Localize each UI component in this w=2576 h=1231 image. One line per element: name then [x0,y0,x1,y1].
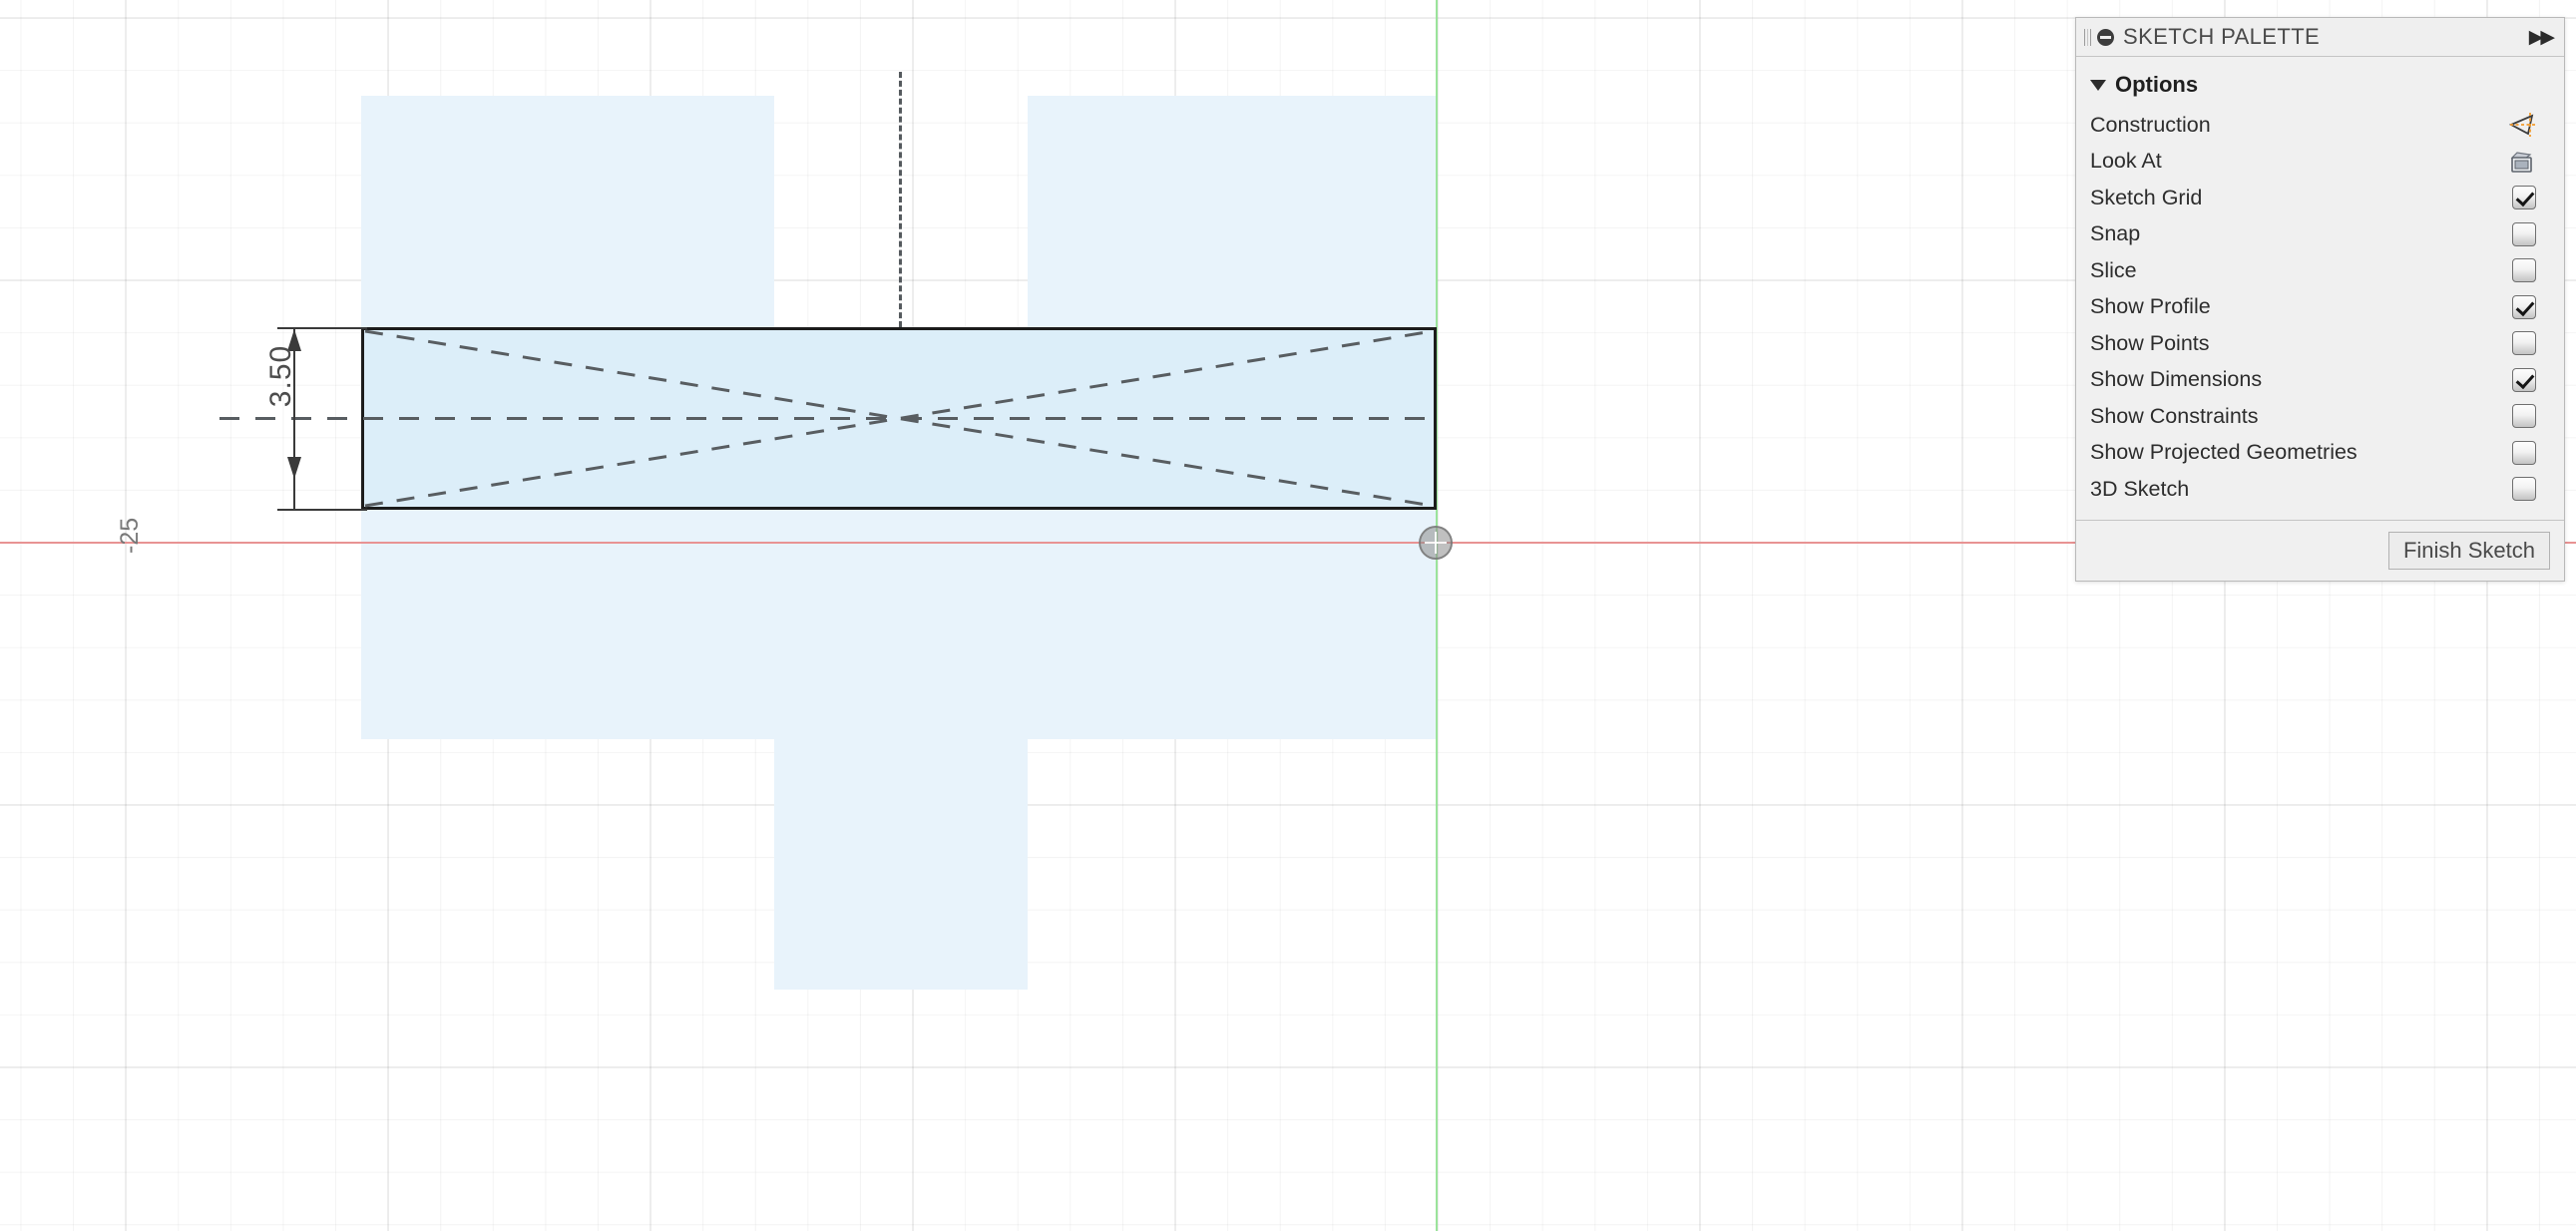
options-list: Construction Look At Sketch Grid Snap Slice S… [2076,107,2564,508]
option-row-construction[interactable]: Construction [2076,107,2564,144]
option-row-show-profile[interactable]: Show Profile [2076,289,2564,326]
body-silhouette-stem [774,739,1028,990]
checkbox-icon[interactable] [2512,404,2536,429]
palette-header[interactable]: SKETCH PALETTE ▶▶ [2076,18,2564,57]
checkbox-icon[interactable] [2512,258,2536,283]
option-row-show-projected-geometries[interactable]: Show Projected Geometries [2076,435,2564,472]
option-row-show-constraints[interactable]: Show Constraints [2076,398,2564,435]
options-section-label: Options [2115,72,2199,97]
checkbox-icon[interactable] [2512,331,2536,356]
dimension-value-label[interactable]: 3.50 [264,345,298,407]
option-row-show-points[interactable]: Show Points [2076,325,2564,362]
option-label: Show Dimensions [2090,367,2263,392]
checkbox-icon[interactable] [2512,477,2536,502]
option-row-3d-sketch[interactable]: 3D Sketch [2076,471,2564,508]
dimension-arrow-down [287,457,301,479]
triangle-down-icon [2090,79,2106,91]
checkbox-icon[interactable] [2512,186,2536,210]
palette-footer: Finish Sketch [2076,519,2564,581]
collapse-right-icon[interactable]: ▶▶ [2529,26,2555,49]
fusion-sketch-window: 3.50 -25 SKETCH PALETTE ▶▶ Options Const… [0,0,2576,1231]
checkbox-icon[interactable] [2512,294,2536,319]
checkbox-icon[interactable] [2512,440,2536,465]
minimize-icon[interactable] [2097,28,2114,46]
construction-geometry-icon[interactable] [2508,111,2536,139]
options-section-header[interactable]: Options [2076,61,2564,107]
option-label: Show Profile [2090,294,2211,319]
palette-title: SKETCH PALETTE [2123,24,2321,49]
option-label: Snap [2090,221,2141,246]
dimension-extension-line-bottom [277,509,367,511]
option-label: Sketch Grid [2090,185,2203,209]
sketch-origin-point[interactable] [1419,526,1453,560]
option-label: Look At [2090,149,2162,174]
finish-sketch-button[interactable]: Finish Sketch [2387,531,2550,570]
y-axis-line [1436,0,1438,1231]
option-row-slice[interactable]: Slice [2076,252,2564,289]
option-row-snap[interactable]: Snap [2076,216,2564,253]
option-label: Slice [2090,257,2137,282]
option-row-sketch-grid[interactable]: Sketch Grid [2076,180,2564,216]
vertical-centerline[interactable] [899,72,902,327]
grid-axis-label: -25 [116,517,144,554]
construction-lines-group [361,329,1437,508]
option-label: Construction [2090,112,2211,137]
option-row-show-dimensions[interactable]: Show Dimensions [2076,362,2564,399]
checkbox-icon[interactable] [2512,221,2536,246]
checkbox-icon[interactable] [2512,367,2536,392]
option-row-look-at[interactable]: Look At [2076,144,2564,181]
option-label: 3D Sketch [2090,476,2190,501]
drag-handle-icon[interactable] [2084,28,2091,46]
option-label: Show Points [2090,330,2210,355]
sketch-palette-panel: SKETCH PALETTE ▶▶ Options Construction Lo… [2075,17,2565,582]
palette-body: Options Construction Look At Sketch Grid Sn… [2076,57,2564,520]
option-label: Show Constraints [2090,403,2259,428]
option-label: Show Projected Geometries [2090,440,2358,465]
look-at-icon[interactable] [2508,148,2536,176]
